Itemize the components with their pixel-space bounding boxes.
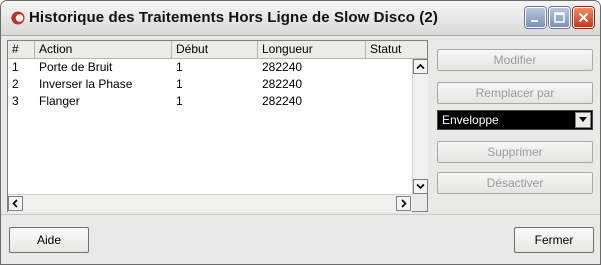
dialog-window: Historique des Traitements Hors Ligne de… (0, 0, 601, 265)
cell-action: Inverser la Phase (39, 77, 133, 91)
table-row[interactable]: 3 Flanger 1 282240 (8, 93, 412, 110)
minimize-button[interactable] (525, 7, 546, 28)
title-bar[interactable]: Historique des Traitements Hors Ligne de… (1, 1, 600, 36)
column-header-number[interactable]: # (8, 41, 35, 58)
scroll-down-button[interactable] (413, 179, 428, 194)
replace-with-select[interactable]: Enveloppe (437, 110, 593, 130)
maximize-icon (554, 12, 565, 23)
replace-button[interactable]: Remplacer par (437, 82, 593, 104)
chevron-left-icon (12, 199, 18, 208)
help-button[interactable]: Aide (9, 227, 89, 253)
minimize-icon (531, 20, 538, 22)
chevron-right-icon (401, 199, 407, 208)
app-logo-icon (11, 11, 25, 25)
delete-button[interactable]: Supprimer (437, 141, 593, 163)
table-header: # Action Début Longueur Statut (8, 41, 427, 59)
history-table[interactable]: # Action Début Longueur Statut 1 Porte d… (7, 40, 428, 212)
window-title: Historique des Traitements Hors Ligne de… (29, 9, 438, 26)
column-header-start[interactable]: Début (172, 41, 258, 58)
table-body: 1 Porte de Bruit 1 282240 2 Inverser la … (8, 59, 412, 110)
cell-start: 1 (176, 94, 183, 108)
scroll-left-button[interactable] (8, 196, 23, 211)
cell-number: 2 (12, 77, 19, 91)
scrollbar-corner (412, 194, 427, 211)
modify-button[interactable]: Modifier (437, 49, 593, 71)
table-row[interactable]: 1 Porte de Bruit 1 282240 (8, 59, 412, 76)
cell-length: 282240 (262, 77, 303, 91)
dropdown-toggle[interactable] (575, 112, 591, 128)
disable-button[interactable]: Désactiver (437, 172, 593, 194)
maximize-button[interactable] (549, 7, 570, 28)
cell-start: 1 (176, 60, 183, 74)
horizontal-scrollbar[interactable] (8, 194, 412, 212)
cell-number: 1 (12, 60, 19, 74)
close-button[interactable]: Fermer (514, 227, 594, 253)
cell-length: 282240 (262, 60, 303, 74)
cell-start: 1 (176, 77, 183, 91)
cell-length: 282240 (262, 94, 303, 108)
column-header-action[interactable]: Action (35, 41, 172, 58)
cell-action: Porte de Bruit (39, 60, 113, 74)
column-header-status[interactable]: Statut (366, 41, 427, 58)
dialog-content: # Action Début Longueur Statut 1 Porte d… (1, 36, 600, 264)
table-row[interactable]: 2 Inverser la Phase 1 282240 (8, 76, 412, 93)
footer-bar: Aide Fermer (1, 214, 600, 264)
cell-action: Flanger (39, 94, 80, 108)
column-header-length[interactable]: Longueur (258, 41, 366, 58)
replace-select-value: Enveloppe (442, 113, 499, 127)
dropdown-arrow-icon (579, 117, 587, 122)
chevron-up-icon (416, 63, 425, 70)
cell-number: 3 (12, 94, 19, 108)
vertical-scrollbar[interactable] (412, 59, 428, 194)
scroll-up-button[interactable] (413, 59, 428, 74)
close-icon (578, 12, 589, 23)
chevron-down-icon (416, 183, 425, 190)
scroll-right-button[interactable] (396, 196, 411, 211)
close-window-button[interactable] (573, 7, 594, 28)
